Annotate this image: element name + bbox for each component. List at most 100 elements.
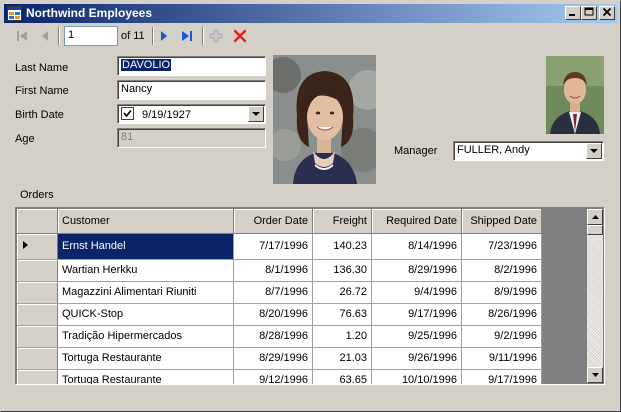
table-row[interactable]: QUICK-Stop 8/20/1996 76.63 9/17/1996 8/26/19… <box>17 303 542 326</box>
table-row[interactable]: Ernst Handel 7/17/1996 140.23 8/14/1996 7/23… <box>17 233 542 260</box>
cell-required-date[interactable]: 10/10/1996 <box>371 369 462 384</box>
manager-value: FULLER, Andy <box>457 144 530 156</box>
last-record-icon[interactable] <box>179 28 195 44</box>
table-row[interactable]: Tortuga Restaurante 9/12/1996 63.65 10/10/1… <box>17 369 542 384</box>
table-row[interactable]: Wartian Herkku 8/1/1996 136.30 8/29/1996 8/2… <box>17 259 542 282</box>
cell-customer[interactable]: QUICK-Stop <box>57 303 234 326</box>
first-name-field[interactable]: Nancy <box>117 80 266 100</box>
minimize-button[interactable] <box>565 6 581 20</box>
row-header[interactable] <box>17 233 58 260</box>
orders-header-row: Customer Order Date Freight Required Dat… <box>17 209 542 234</box>
toolbar-separator <box>202 27 204 45</box>
column-header-required-date[interactable]: Required Date <box>371 209 462 234</box>
cell-required-date[interactable]: 9/17/1996 <box>371 303 462 326</box>
scroll-up-button[interactable] <box>587 209 603 225</box>
maximize-button[interactable] <box>581 6 597 20</box>
table-row[interactable]: Tradição Hipermercados 8/28/1996 1.20 9/25/… <box>17 325 542 348</box>
cell-customer[interactable]: Tradição Hipermercados <box>57 325 234 348</box>
row-header[interactable] <box>17 259 58 282</box>
add-record-icon[interactable] <box>208 28 224 44</box>
cell-shipped-date[interactable]: 8/26/1996 <box>461 303 542 326</box>
cell-order-date[interactable]: 8/29/1996 <box>233 347 313 370</box>
birth-date-dropdown-button[interactable] <box>248 106 264 122</box>
cell-freight[interactable]: 136.30 <box>312 259 372 282</box>
column-header-shipped-date[interactable]: Shipped Date <box>461 209 542 234</box>
current-row-icon <box>23 240 28 249</box>
table-row[interactable]: Magazzini Alimentari Riuniti 8/7/1996 26.7… <box>17 281 542 304</box>
cell-required-date[interactable]: 9/26/1996 <box>371 347 462 370</box>
next-record-icon[interactable] <box>156 28 172 44</box>
column-header-customer[interactable]: Customer <box>57 209 234 234</box>
birth-date-picker[interactable]: 9/19/1927 <box>117 104 266 124</box>
app-icon <box>7 6 22 21</box>
cell-shipped-date[interactable]: 9/11/1996 <box>461 347 542 370</box>
orders-label: Orders <box>20 189 54 201</box>
close-icon <box>602 7 612 17</box>
orders-grid[interactable]: Customer Order Date Freight Required Dat… <box>15 207 605 385</box>
manager-label: Manager <box>394 145 438 157</box>
orders-table: Customer Order Date Freight Required Dat… <box>17 209 542 384</box>
first-record-icon[interactable] <box>14 28 30 44</box>
cell-order-date[interactable]: 8/20/1996 <box>233 303 313 326</box>
cell-freight[interactable]: 63.65 <box>312 369 372 384</box>
record-count-label: of 11 <box>121 30 145 42</box>
cell-customer[interactable]: Tortuga Restaurante <box>57 369 234 384</box>
birth-date-value: 9/19/1927 <box>142 109 191 121</box>
chevron-down-icon <box>252 111 260 116</box>
cell-shipped-date[interactable]: 7/23/1996 <box>461 233 542 260</box>
cell-shipped-date[interactable]: 8/9/1996 <box>461 281 542 304</box>
row-header[interactable] <box>17 303 58 326</box>
cell-freight[interactable]: 21.03 <box>312 347 372 370</box>
scroll-down-button[interactable] <box>587 367 603 383</box>
row-header[interactable] <box>17 347 58 370</box>
toolbar-separator <box>152 27 154 45</box>
cell-freight[interactable]: 1.20 <box>312 325 372 348</box>
minimize-icon <box>569 14 575 16</box>
cell-required-date[interactable]: 9/4/1996 <box>371 281 462 304</box>
scroll-thumb[interactable] <box>587 225 603 235</box>
row-header[interactable] <box>17 325 58 348</box>
table-row[interactable]: Tortuga Restaurante 8/29/1996 21.03 9/26/19… <box>17 347 542 370</box>
cell-shipped-date[interactable]: 9/2/1996 <box>461 325 542 348</box>
manager-dropdown-button[interactable] <box>586 143 602 159</box>
cell-order-date[interactable]: 9/12/1996 <box>233 369 313 384</box>
manager-combobox[interactable]: FULLER, Andy <box>453 141 604 161</box>
manager-photo <box>546 56 604 134</box>
close-button[interactable] <box>599 6 615 20</box>
cell-freight[interactable]: 140.23 <box>312 233 372 260</box>
cell-shipped-date[interactable]: 9/17/1996 <box>461 369 542 384</box>
column-header-freight[interactable]: Freight <box>312 209 372 234</box>
column-header-order-date[interactable]: Order Date <box>233 209 313 234</box>
age-field: 81 <box>117 128 266 148</box>
delete-record-icon[interactable] <box>232 28 248 44</box>
cell-shipped-date[interactable]: 8/2/1996 <box>461 259 542 282</box>
cell-customer[interactable]: Ernst Handel <box>57 233 234 260</box>
toolbar-separator <box>58 27 60 45</box>
row-header[interactable] <box>17 281 58 304</box>
cell-required-date[interactable]: 8/29/1996 <box>371 259 462 282</box>
chevron-up-icon <box>591 215 599 219</box>
cell-order-date[interactable]: 8/7/1996 <box>233 281 313 304</box>
row-header-corner <box>17 209 58 234</box>
checkmark-icon <box>123 109 132 118</box>
cell-order-date[interactable]: 8/1/1996 <box>233 259 313 282</box>
first-name-label: First Name <box>15 85 69 97</box>
previous-record-icon[interactable] <box>37 28 53 44</box>
cell-order-date[interactable]: 8/28/1996 <box>233 325 313 348</box>
row-header[interactable] <box>17 369 58 384</box>
orders-vertical-scrollbar[interactable] <box>587 209 603 383</box>
cell-customer[interactable]: Tortuga Restaurante <box>57 347 234 370</box>
cell-customer[interactable]: Wartian Herkku <box>57 259 234 282</box>
binding-navigator: 1 of 11 <box>4 24 617 48</box>
last-name-field[interactable]: DAVOLIO <box>117 56 266 76</box>
cell-customer[interactable]: Magazzini Alimentari Riuniti <box>57 281 234 304</box>
birth-date-checkbox[interactable] <box>121 107 134 120</box>
cell-required-date[interactable]: 8/14/1996 <box>371 233 462 260</box>
cell-order-date[interactable]: 7/17/1996 <box>233 233 313 260</box>
maximize-icon <box>584 7 594 16</box>
cell-freight[interactable]: 26.72 <box>312 281 372 304</box>
cell-required-date[interactable]: 9/25/1996 <box>371 325 462 348</box>
position-input[interactable]: 1 <box>64 26 118 46</box>
title-bar[interactable]: Northwind Employees <box>4 4 617 23</box>
cell-freight[interactable]: 76.63 <box>312 303 372 326</box>
